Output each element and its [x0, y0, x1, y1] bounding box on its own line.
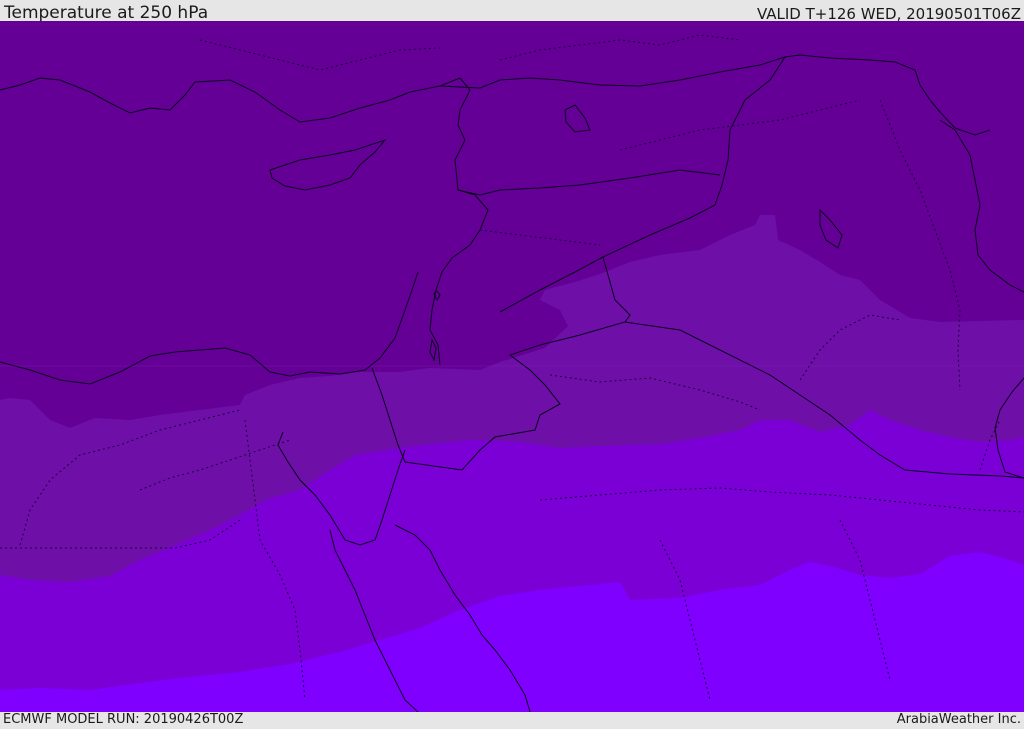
model-run-label: ECMWF MODEL RUN: 20190426T00Z	[3, 712, 244, 727]
temperature-map	[0, 21, 1024, 712]
map-title: Temperature at 250 hPa	[4, 3, 209, 23]
weather-map-viewer: Temperature at 250 hPa VALID T+126 WED, …	[0, 0, 1024, 729]
credit-label: ArabiaWeather Inc.	[896, 712, 1021, 727]
